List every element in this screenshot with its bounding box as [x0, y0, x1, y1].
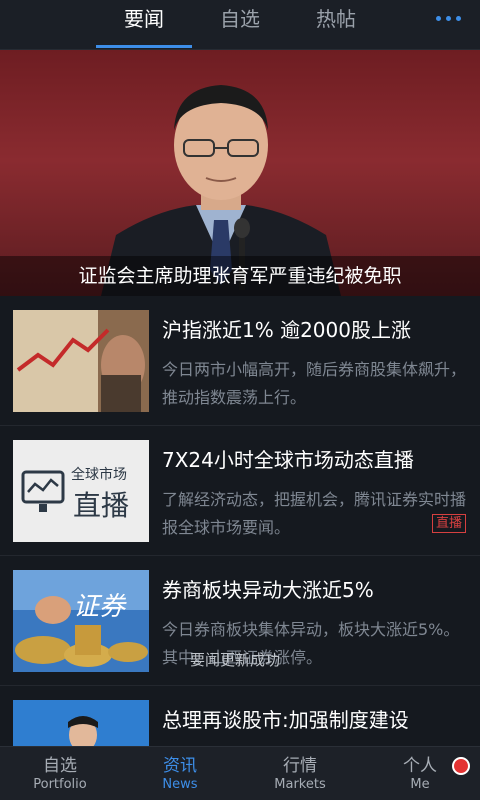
top-tab-bar: 要闻 自选 热帖 — [0, 0, 480, 50]
news-title: 7X24小时全球市场动态直播 — [162, 448, 414, 472]
nav-news[interactable]: 资讯 News — [120, 747, 240, 800]
thumb-label: 证券 — [73, 592, 126, 622]
refresh-toast: 要闻更新成功 — [190, 651, 281, 669]
list-item[interactable]: 全球市场 直播 7X24小时全球市场动态直播 了解经济动态，把握机会，腾讯证券实… — [0, 426, 480, 556]
news-thumbnail — [13, 310, 149, 412]
news-thumbnail: 全球市场 直播 — [13, 440, 149, 542]
hero-banner[interactable]: 证监会主席助理张育军严重违纪被免职 — [0, 50, 480, 296]
nav-me[interactable]: 个人 Me — [360, 747, 480, 800]
news-title: 券商板块异动大涨近5% — [162, 578, 374, 602]
nav-label-cn: 行情 — [283, 756, 317, 776]
nav-label-en: News — [162, 777, 198, 792]
list-item[interactable]: 沪指涨近1% 逾2000股上涨 今日两市小幅高开，随后券商股集体飙升，推动指数震… — [0, 296, 480, 426]
news-thumbnail: 证券 — [13, 570, 149, 672]
nav-label-cn: 资讯 — [163, 756, 197, 776]
nav-portfolio[interactable]: 自选 Portfolio — [0, 747, 120, 800]
nav-label-cn: 自选 — [43, 756, 77, 776]
more-dots-icon[interactable] — [436, 8, 462, 28]
nav-label-en: Markets — [274, 777, 326, 792]
tab-headlines[interactable]: 要闻 — [96, 0, 192, 50]
hero-caption: 证监会主席助理张育军严重违纪被免职 — [0, 256, 480, 296]
news-title: 总理再谈股市:加强制度建设 — [162, 708, 409, 732]
news-list: 沪指涨近1% 逾2000股上涨 今日两市小幅高开，随后券商股集体飙升，推动指数震… — [0, 296, 480, 746]
nav-markets[interactable]: 行情 Markets — [240, 747, 360, 800]
news-title: 沪指涨近1% 逾2000股上涨 — [162, 318, 411, 342]
notification-dot-icon — [452, 757, 470, 775]
news-thumbnail — [13, 700, 149, 746]
nav-label-en: Me — [410, 777, 430, 792]
list-item[interactable]: 总理再谈股市:加强制度建设 — [0, 686, 480, 746]
news-desc: 今日两市小幅高开，随后券商股集体飙升，推动指数震荡上行。 — [162, 360, 467, 407]
live-badge: 直播 — [431, 514, 466, 533]
tab-watchlist[interactable]: 自选 — [192, 0, 288, 50]
nav-label-en: Portfolio — [33, 777, 87, 792]
news-desc: 了解经济动态，把握机会，腾讯证券实时播报全球市场要闻。 — [162, 490, 467, 537]
thumb-label: 全球市场 — [71, 467, 127, 483]
thumb-label: 直播 — [73, 489, 130, 522]
bottom-nav: 自选 Portfolio 资讯 News 行情 Markets 个人 Me — [0, 746, 480, 800]
tab-hot-posts[interactable]: 热帖 — [288, 0, 384, 50]
